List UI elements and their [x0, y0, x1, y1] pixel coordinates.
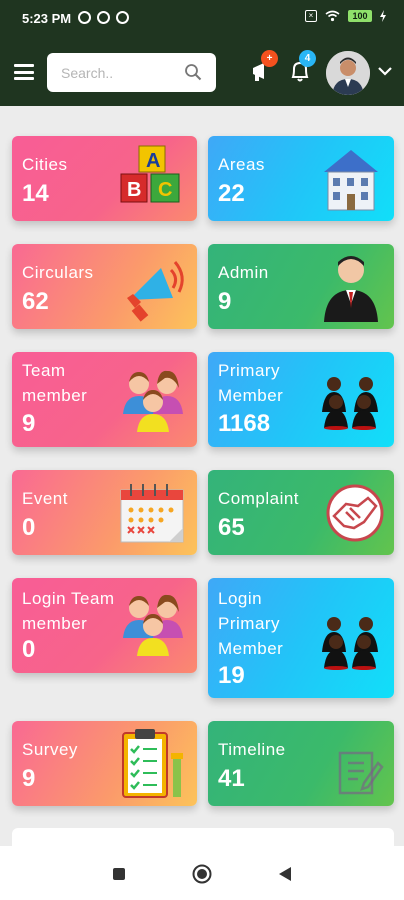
clipboard-icon: [122, 729, 183, 798]
card-primary-member[interactable]: Primary Member 1168: [208, 352, 394, 447]
timeline-edit-icon: [338, 751, 384, 795]
card-value: 0: [22, 514, 36, 541]
recents-icon[interactable]: [113, 868, 125, 880]
card-value: 0: [22, 636, 36, 663]
card-label: Admin: [218, 263, 269, 282]
card-value: 62: [22, 288, 49, 315]
search-input[interactable]: [59, 62, 181, 84]
card-value: 19: [218, 662, 245, 689]
app-header: + 4: [0, 40, 404, 106]
search-box[interactable]: [47, 53, 216, 92]
card-label: Cities: [22, 155, 68, 174]
card-team-member[interactable]: Team member 9: [12, 352, 197, 447]
user-photo: [326, 51, 370, 95]
card-value: 9: [218, 288, 232, 315]
card-label: Event: [22, 489, 68, 508]
card-label: Complaint: [218, 489, 300, 508]
card-label: Team member: [22, 361, 88, 405]
card-value: 9: [22, 765, 36, 792]
svg-text:A: A: [146, 150, 160, 172]
menu-icon[interactable]: [14, 64, 34, 80]
card-value: 9: [22, 410, 36, 437]
handshake-icon: [326, 484, 384, 542]
announcement-badge: +: [261, 50, 278, 67]
settings-icon: [78, 11, 91, 24]
card-login-primary-member[interactable]: Login Primary Member 19: [208, 578, 394, 698]
card-value: 14: [22, 180, 49, 207]
card-event[interactable]: Event 0: [12, 470, 197, 555]
card-areas[interactable]: Areas 22: [208, 136, 394, 221]
megaphone-icon: [127, 261, 184, 322]
status-time: 5:23 PM: [22, 11, 72, 26]
abc-blocks-icon: A B C: [120, 145, 180, 203]
card-admin[interactable]: Admin 9: [208, 244, 394, 329]
card-label: Login Primary Member: [218, 589, 284, 658]
card-label: Timeline: [218, 740, 286, 759]
dashboard-grid: Cities 14 A B C Areas 22 Circulars 62 Ad…: [0, 106, 404, 846]
businessman-icon: [324, 256, 378, 322]
calendar-icon: [120, 484, 184, 543]
card-label: Areas: [218, 155, 265, 174]
sim-icon: ×: [305, 10, 317, 22]
chevron-down-icon[interactable]: [378, 66, 392, 76]
card-value: 65: [218, 514, 245, 541]
card-login-team-member[interactable]: Login Team member 0: [12, 578, 197, 673]
announcement-button[interactable]: +: [250, 50, 278, 86]
svg-text:C: C: [158, 179, 172, 201]
card-value: 22: [218, 180, 245, 207]
search-icon[interactable]: [184, 63, 202, 81]
card-survey[interactable]: Survey 9: [12, 721, 197, 806]
card-value: 1168: [218, 410, 271, 437]
back-icon[interactable]: [278, 866, 292, 882]
card-cities[interactable]: Cities 14 A B C: [12, 136, 197, 221]
team-people-icon: [123, 370, 183, 432]
battery-icon: 100: [348, 10, 372, 22]
card-circulars[interactable]: Circulars 62: [12, 244, 197, 329]
svg-text:B: B: [127, 179, 141, 201]
card-value: 41: [218, 765, 245, 792]
card-complaint[interactable]: Complaint 65: [208, 470, 394, 555]
meeting-people-icon: [322, 377, 378, 430]
avatar[interactable]: [326, 51, 370, 95]
blocked-notification-icon: [116, 11, 129, 24]
charging-icon: [380, 10, 386, 22]
notifications-badge: 4: [299, 50, 316, 67]
circle-notification-icon: [97, 11, 110, 24]
system-nav-bar: [0, 846, 404, 900]
building-icon: [324, 150, 378, 211]
card-label: Circulars: [22, 263, 94, 282]
card-label: Primary Member: [218, 361, 284, 405]
card-label: Login Team member: [22, 589, 115, 633]
status-bar: 5:23 PM × 100: [0, 0, 404, 40]
notifications-button[interactable]: 4: [288, 50, 316, 86]
home-icon[interactable]: [192, 864, 212, 884]
meeting-people-icon: [322, 617, 378, 670]
card-label: Survey: [22, 740, 78, 759]
card-timeline[interactable]: Timeline 41: [208, 721, 394, 806]
wifi-icon: [325, 10, 340, 22]
team-people-icon: [123, 594, 183, 656]
